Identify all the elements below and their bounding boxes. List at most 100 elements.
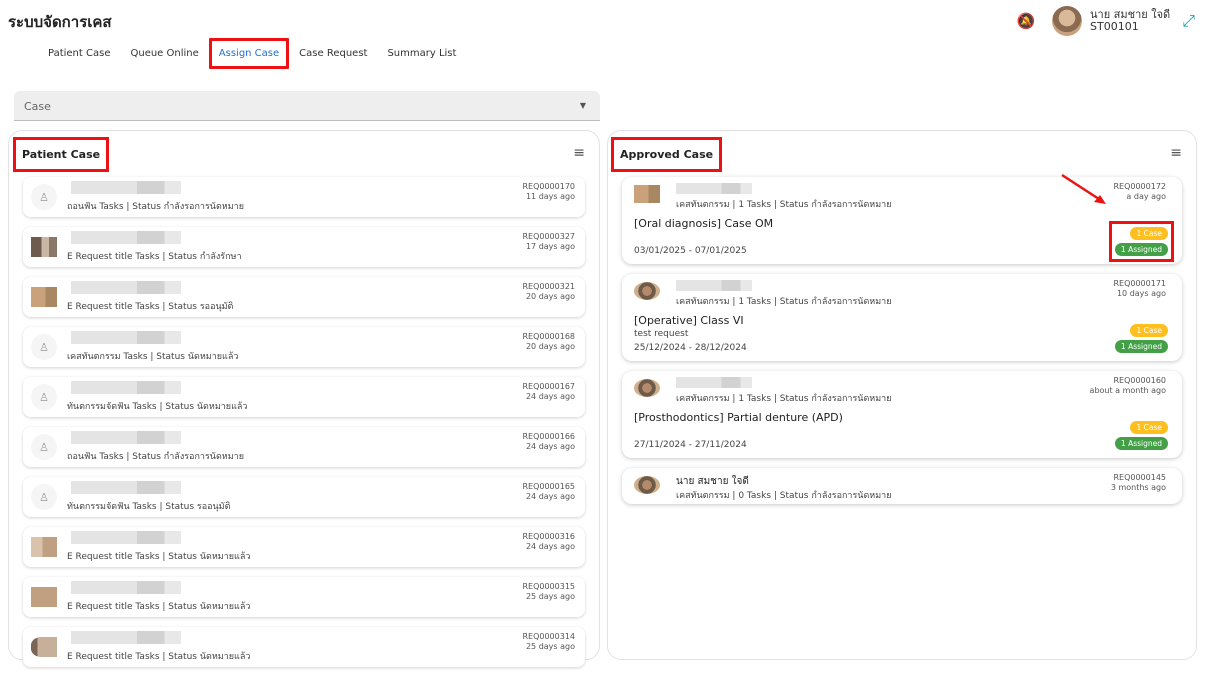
- card-subtitle: เคสทันตกรรม | 0 Tasks | Status กำลังรอกา…: [676, 491, 892, 501]
- card-ref: REQ0000145 3 months ago: [1111, 473, 1166, 493]
- row-ref: REQ0000327 17 days ago: [522, 232, 575, 252]
- filter-icon[interactable]: ≡: [573, 145, 585, 161]
- user-id: ST00101: [1090, 20, 1139, 33]
- patient-case-panel: Patient Case ≡ ♙ ถอนฟัน Tasks | Status กำ…: [8, 130, 600, 667]
- request-id: REQ0000327: [522, 232, 575, 241]
- patient-case-row[interactable]: E Request title Tasks | Status รออนุมัติ…: [23, 277, 585, 317]
- approved-case-list: เคสทันตกรรม | 1 Tasks | Status กำลังรอกา…: [622, 177, 1182, 514]
- redacted-name: [71, 381, 181, 394]
- redacted-name: [71, 431, 181, 444]
- redacted-name: [71, 281, 181, 294]
- filter-icon[interactable]: ≡: [1170, 145, 1182, 161]
- patient-case-row[interactable]: E Request title Tasks | Status นัดหมายแล…: [23, 577, 585, 617]
- row-subtitle: ถอนฟัน Tasks | Status กำลังรอการนัดหมาย: [67, 202, 244, 212]
- row-subtitle: E Request title Tasks | Status นัดหมายแล…: [67, 552, 251, 562]
- card-subtitle: เคสทันตกรรม | 1 Tasks | Status กำลังรอกา…: [676, 394, 892, 404]
- card-subtitle: เคสทันตกรรม | 1 Tasks | Status กำลังรอกา…: [676, 200, 892, 210]
- tab-queue-online[interactable]: Queue Online: [122, 40, 206, 67]
- case-title: [Operative] Class VI: [634, 314, 744, 327]
- redacted-name: [676, 280, 752, 291]
- person-icon: ♙: [31, 484, 57, 510]
- approved-case-card[interactable]: นาย สมชาย ใจดี เคสทันตกรรม | 0 Tasks | St…: [622, 468, 1182, 504]
- request-time: 20 days ago: [525, 342, 575, 351]
- patient-avatar: [634, 379, 660, 397]
- patient-thumbnail: [31, 637, 57, 657]
- case-select[interactable]: Case ▼: [14, 91, 600, 121]
- request-time: 25 days ago: [525, 642, 575, 651]
- request-id: REQ0000160: [1113, 376, 1166, 385]
- assigned-count-badge: 1 Assigned: [1114, 340, 1168, 353]
- case-description: test request: [634, 329, 689, 339]
- case-count-badge: 1 Case: [1130, 227, 1168, 240]
- person-icon: ♙: [31, 334, 57, 360]
- patient-case-row[interactable]: ♙ ทันตกรรมจัดฟัน Tasks | Status นัดหมายแล…: [23, 377, 585, 417]
- redacted-name: [71, 631, 181, 644]
- row-ref: REQ0000166 24 days ago: [522, 432, 575, 452]
- patient-thumbnail: [31, 587, 57, 607]
- case-count-badge: 1 Case: [1130, 324, 1168, 337]
- card-body: [Oral diagnosis] Case OM 03/01/2025 - 07/…: [632, 213, 1175, 264]
- assigned-count-badge: 1 Assigned: [1114, 437, 1168, 450]
- approved-case-card[interactable]: เคสทันตกรรม | 1 Tasks | Status กำลังรอกา…: [622, 371, 1182, 458]
- user-avatar[interactable]: [1052, 6, 1083, 36]
- request-time: 24 days ago: [525, 492, 575, 501]
- patient-case-row[interactable]: E Request title Tasks | Status นัดหมายแล…: [23, 527, 585, 567]
- patient-case-row[interactable]: E Request title Tasks | Status นัดหมายแล…: [23, 627, 585, 667]
- patient-case-row[interactable]: ♙ ถอนฟัน Tasks | Status กำลังรอการนัดหมาย…: [23, 177, 585, 217]
- card-ref: REQ0000171 10 days ago: [1113, 279, 1166, 299]
- case-select-label: Case: [24, 100, 51, 113]
- patient-case-list: ♙ ถอนฟัน Tasks | Status กำลังรอการนัดหมาย…: [23, 177, 585, 677]
- row-ref: REQ0000321 20 days ago: [522, 282, 575, 302]
- row-subtitle: E Request title Tasks | Status นัดหมายแล…: [67, 602, 251, 612]
- patient-avatar: [634, 282, 660, 300]
- request-id: REQ0000166: [522, 432, 575, 441]
- chevron-down-icon: ▼: [579, 101, 586, 110]
- request-time: 24 days ago: [525, 392, 575, 401]
- patient-case-title: Patient Case: [13, 137, 110, 172]
- patient-avatar: [634, 476, 660, 494]
- request-time: 11 days ago: [525, 192, 575, 201]
- person-icon: ♙: [31, 384, 57, 410]
- app-title: ระบบจัดการเคส: [8, 13, 112, 31]
- tab-patient-case[interactable]: Patient Case: [40, 40, 118, 67]
- redacted-name: [71, 531, 181, 544]
- row-subtitle: E Request title Tasks | Status กำลังรักษ…: [67, 252, 242, 262]
- patient-case-row[interactable]: ♙ ถอนฟัน Tasks | Status กำลังรอการนัดหมาย…: [23, 427, 585, 467]
- row-subtitle: ทันตกรรมจัดฟัน Tasks | Status นัดหมายแล้…: [67, 402, 248, 412]
- row-ref: REQ0000315 25 days ago: [522, 582, 575, 602]
- case-title: [Oral diagnosis] Case OM: [634, 217, 774, 230]
- request-id: REQ0000315: [522, 582, 575, 591]
- tab-summary-list[interactable]: Summary List: [379, 40, 464, 67]
- case-badges: 1 Case 1 Assigned: [1114, 324, 1168, 353]
- request-time: 17 days ago: [525, 242, 575, 251]
- redacted-name: [676, 183, 752, 194]
- person-icon: ♙: [31, 184, 57, 210]
- card-ref: REQ0000160 about a month ago: [1090, 376, 1166, 396]
- patient-case-row[interactable]: ♙ เคสทันตกรรม Tasks | Status นัดหมายแล้ว R…: [23, 327, 585, 367]
- case-badges: 1 Case 1 Assigned: [1114, 421, 1168, 450]
- request-time: 3 months ago: [1110, 483, 1166, 492]
- bell-off-icon[interactable]: 🔕: [1016, 11, 1036, 31]
- request-id: REQ0000167: [522, 382, 575, 391]
- card-header: เคสทันตกรรม | 1 Tasks | Status กำลังรอกา…: [632, 274, 1172, 310]
- card-header: เคสทันตกรรม | 1 Tasks | Status กำลังรอกา…: [632, 371, 1172, 407]
- request-id: REQ0000314: [522, 632, 575, 641]
- tab-case-request[interactable]: Case Request: [291, 40, 375, 67]
- user-info[interactable]: นาย สมชาย ใจดี ST00101: [1090, 9, 1170, 33]
- request-time: 20 days ago: [525, 292, 575, 301]
- patient-thumbnail: [31, 287, 57, 307]
- row-ref: REQ0000170 11 days ago: [522, 182, 575, 202]
- case-dates: 25/12/2024 - 28/12/2024: [634, 343, 747, 353]
- request-id: REQ0000172: [1113, 182, 1166, 191]
- patient-case-row[interactable]: ♙ ทันตกรรมจัดฟัน Tasks | Status รออนุมัติ…: [23, 477, 585, 517]
- request-id: REQ0000321: [522, 282, 575, 291]
- row-ref: REQ0000167 24 days ago: [522, 382, 575, 402]
- card-header: นาย สมชาย ใจดี เคสทันตกรรม | 0 Tasks | St…: [632, 468, 1172, 504]
- patient-case-row[interactable]: E Request title Tasks | Status กำลังรักษ…: [23, 227, 585, 267]
- approved-case-card[interactable]: เคสทันตกรรม | 1 Tasks | Status กำลังรอกา…: [622, 274, 1182, 361]
- row-subtitle: ถอนฟัน Tasks | Status กำลังรอการนัดหมาย: [67, 452, 244, 462]
- expand-icon[interactable]: ⤢: [1182, 11, 1195, 31]
- case-badges: 1 Case 1 Assigned: [1108, 221, 1175, 262]
- tab-assign-case[interactable]: Assign Case: [208, 38, 290, 69]
